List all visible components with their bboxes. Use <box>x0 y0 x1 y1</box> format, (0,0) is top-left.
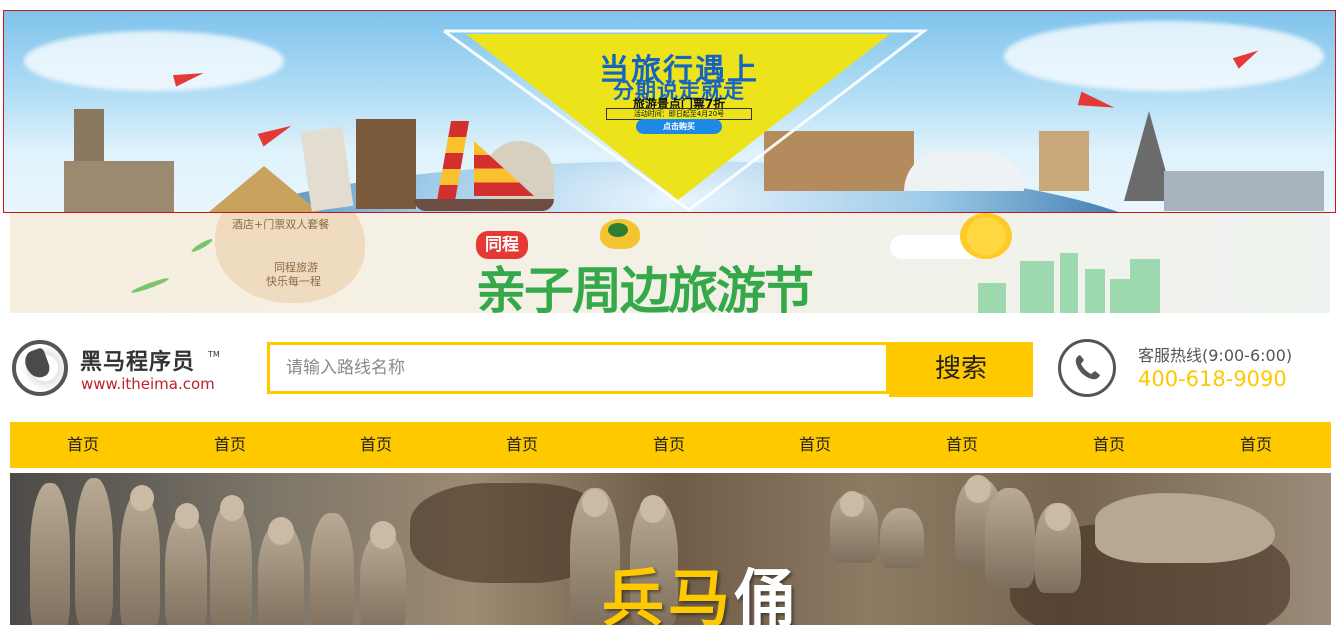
nav-item-home[interactable]: 首页 <box>449 422 595 468</box>
warrior-head <box>1045 503 1071 531</box>
terracotta-warrior <box>880 508 924 568</box>
warrior-head <box>220 495 244 521</box>
flag-decoration <box>1077 91 1117 115</box>
warrior-head <box>130 485 154 511</box>
warrior-head <box>175 503 199 529</box>
hotline-label: 客服热线(9:00-6:00) <box>1138 346 1293 365</box>
cloud-decoration <box>24 31 284 91</box>
warrior-head <box>582 489 608 517</box>
building-illustration <box>978 283 1006 313</box>
logo-trademark: TM <box>208 350 220 359</box>
terracotta-warrior <box>30 483 70 625</box>
festival-title: 亲子周边旅游节 <box>476 262 814 313</box>
cloud-decoration <box>1004 21 1324 91</box>
warrior-head <box>840 491 864 517</box>
flag-decoration <box>257 119 295 147</box>
nav-item-home[interactable]: 首页 <box>1183 422 1329 468</box>
terracotta-warrior <box>985 488 1035 588</box>
phone-icon <box>1058 339 1116 397</box>
site-logo[interactable]: 黑马程序员 TM www.itheima.com <box>12 338 227 398</box>
leaf-decoration <box>130 276 170 295</box>
terracotta-warrior <box>120 493 160 625</box>
nav-item-home[interactable]: 首页 <box>157 422 303 468</box>
building-illustration <box>1085 269 1105 313</box>
warrior-head <box>965 475 991 503</box>
terracotta-warrior <box>165 513 207 625</box>
nav-item-home[interactable]: 首页 <box>596 422 742 468</box>
landmark-illustration <box>64 161 174 212</box>
hero-title-part1: 兵马 <box>602 562 735 625</box>
landmark-illustration <box>1164 171 1324 211</box>
search-input[interactable] <box>270 345 886 391</box>
warrior-head <box>640 495 666 523</box>
logo-url: www.itheima.com <box>81 375 215 393</box>
festival-banner[interactable]: 酒店+门票双人套餐 同程旅游 快乐每一程 同程 亲子周边旅游节 <box>10 213 1330 313</box>
building-illustration <box>1130 259 1160 313</box>
search-box <box>267 342 889 394</box>
buy-button[interactable]: 点击购买 <box>636 119 722 134</box>
sun-illustration <box>960 213 1012 259</box>
hero-title-part2: 俑 <box>734 562 801 625</box>
warrior-head <box>268 517 294 545</box>
search-button[interactable]: 搜索 <box>889 342 1033 397</box>
hotline-number: 400-618-9090 <box>1138 367 1287 391</box>
leaf-decoration <box>190 237 214 254</box>
terracotta-horse <box>1095 493 1275 563</box>
warrior-head <box>370 521 396 549</box>
logo-name: 黑马程序员 <box>80 350 196 375</box>
building-illustration <box>1110 279 1130 313</box>
top-travel-banner[interactable]: 当旅行遇上 分期说走就走 旅游景点门票7折 活动时间：即日起至4月20号 点击购… <box>3 10 1336 213</box>
nav-item-home[interactable]: 首页 <box>10 422 156 468</box>
toucan-illustration <box>608 223 628 237</box>
sagrada-familia-illustration <box>1039 131 1089 191</box>
pagoda-illustration <box>356 119 416 209</box>
terracotta-warrior <box>75 478 113 625</box>
bubble-text: 酒店+门票双人套餐 <box>232 218 330 231</box>
hero-title: 兵马俑 <box>602 548 800 625</box>
bubble-text: 快乐每一程 <box>266 275 321 288</box>
terracotta-warrior <box>210 503 252 625</box>
building-illustration <box>1020 261 1054 313</box>
nav-item-home[interactable]: 首页 <box>742 422 888 468</box>
terracotta-warrior <box>310 513 354 625</box>
building-illustration <box>1060 253 1078 313</box>
main-nav: 首页 首页 首页 首页 首页 首页 首页 首页 首页 <box>10 422 1331 468</box>
hero-banner[interactable]: 兵马俑 <box>10 473 1331 625</box>
nav-item-home[interactable]: 首页 <box>303 422 449 468</box>
nav-item-home[interactable]: 首页 <box>1036 422 1182 468</box>
nav-item-home[interactable]: 首页 <box>889 422 1035 468</box>
